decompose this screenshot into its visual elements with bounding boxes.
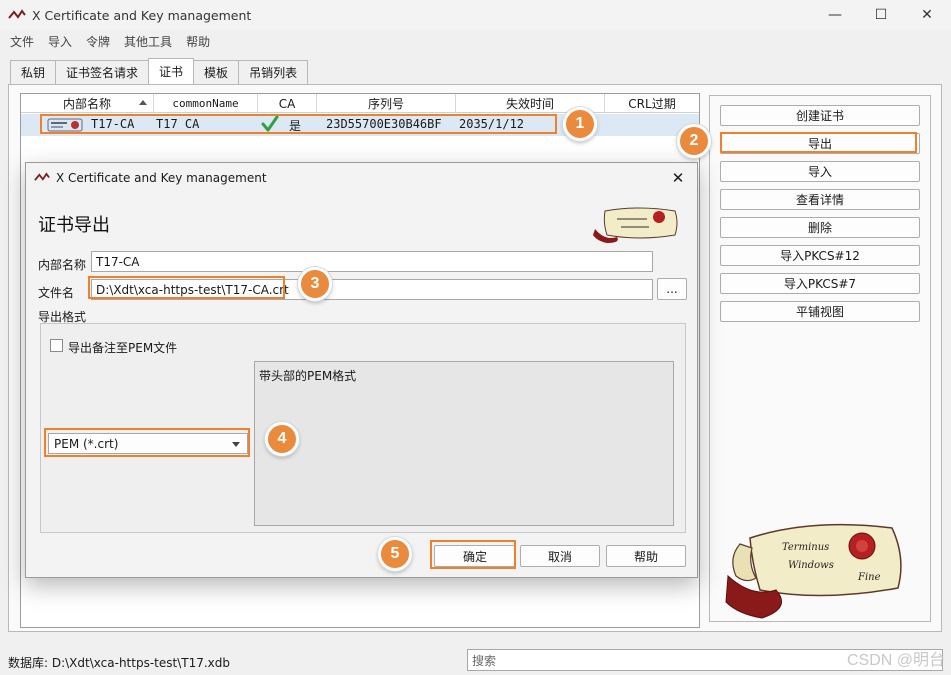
col-internal-name-label: 内部名称 bbox=[62, 97, 111, 111]
logo-text-3: Fine bbox=[857, 572, 881, 583]
maximize-button[interactable]: ☐ bbox=[858, 0, 904, 30]
callout-badge-3: 3 bbox=[298, 267, 332, 301]
dialog-app-icon bbox=[34, 172, 50, 181]
callout-box-filename bbox=[88, 276, 285, 299]
dialog-close-icon[interactable]: ✕ bbox=[667, 167, 689, 189]
import-button[interactable]: 导入 bbox=[720, 161, 920, 182]
create-certificate-button[interactable]: 创建证书 bbox=[720, 105, 920, 126]
internal-name-label: 内部名称 bbox=[38, 258, 87, 272]
callout-box-format bbox=[44, 428, 250, 457]
dialog-heading: 证书导出 bbox=[38, 215, 110, 236]
callout-badge-2: 2 bbox=[677, 124, 711, 158]
browse-button[interactable]: ... bbox=[657, 278, 687, 300]
help-button[interactable]: 帮助 bbox=[606, 545, 686, 567]
callout-box-row bbox=[40, 114, 557, 134]
watermark: CSDN @明台 bbox=[846, 652, 945, 669]
tab-revocation-lists[interactable]: 吊销列表 bbox=[238, 60, 309, 84]
filename-label: 文件名 bbox=[38, 286, 75, 300]
col-serial[interactable]: 序列号 bbox=[317, 94, 456, 113]
callout-badge-4: 4 bbox=[265, 422, 299, 456]
format-description: 带头部的PEM格式 bbox=[254, 361, 674, 526]
dialog-title: X Certificate and Key management bbox=[56, 170, 267, 185]
menu-bar: 文件 导入 令牌 其他工具 帮助 bbox=[0, 30, 951, 52]
window-title: X Certificate and Key management bbox=[32, 7, 252, 23]
callout-box-export bbox=[720, 132, 917, 153]
scroll-logo: Terminus Windows Fine bbox=[725, 523, 902, 619]
menu-help[interactable]: 帮助 bbox=[186, 33, 210, 50]
callout-badge-5: 5 bbox=[378, 537, 412, 571]
col-ca[interactable]: CA bbox=[258, 94, 317, 113]
tab-keys[interactable]: 私钥 bbox=[10, 60, 57, 84]
delete-button[interactable]: 删除 bbox=[720, 217, 920, 238]
menu-tools[interactable]: 其他工具 bbox=[124, 33, 172, 50]
cancel-button[interactable]: 取消 bbox=[520, 545, 600, 567]
tab-templates[interactable]: 模板 bbox=[193, 60, 240, 84]
view-details-button[interactable]: 查看详情 bbox=[720, 189, 920, 210]
dialog-title-bar: X Certificate and Key management bbox=[26, 163, 697, 192]
import-pkcs12-button[interactable]: 导入PKCS#12 bbox=[720, 245, 920, 266]
col-crl-expiry[interactable]: CRL过期 bbox=[605, 94, 699, 113]
small-scroll-logo bbox=[593, 207, 678, 243]
menu-file[interactable]: 文件 bbox=[10, 33, 34, 50]
callout-badge-1: 1 bbox=[563, 107, 597, 141]
tile-view-button[interactable]: 平铺视图 bbox=[720, 301, 920, 322]
callout-box-ok bbox=[430, 540, 516, 569]
minimize-button[interactable]: — bbox=[812, 0, 858, 30]
tab-certificates[interactable]: 证书 bbox=[148, 58, 195, 84]
database-path: 数据库: D:\Xdt\xca-https-test\T17.xdb bbox=[8, 656, 230, 670]
sort-ascending-icon bbox=[139, 100, 147, 105]
export-comment-checkbox[interactable] bbox=[50, 339, 63, 352]
list-header: 内部名称 commonName CA 序列号 失效时间 CRL过期 bbox=[21, 94, 699, 113]
close-button[interactable]: ✕ bbox=[904, 0, 950, 30]
internal-name-input[interactable]: T17-CA bbox=[91, 251, 653, 272]
col-internal-name[interactable]: 内部名称 bbox=[21, 94, 154, 113]
app-icon bbox=[8, 9, 26, 19]
tab-bar: 私钥 证书签名请求 证书 模板 吊销列表 bbox=[10, 58, 309, 84]
logo-text-1: Terminus bbox=[782, 542, 829, 553]
export-comment-label: 导出备注至PEM文件 bbox=[68, 341, 178, 355]
import-pkcs7-button[interactable]: 导入PKCS#7 bbox=[720, 273, 920, 294]
export-dialog: X Certificate and Key management ✕ 证书导出 … bbox=[25, 162, 698, 578]
col-common-name[interactable]: commonName bbox=[154, 94, 258, 113]
logo-text-2: Windows bbox=[788, 560, 834, 571]
title-bar: X Certificate and Key management bbox=[0, 0, 951, 30]
menu-token[interactable]: 令牌 bbox=[86, 33, 110, 50]
menu-import[interactable]: 导入 bbox=[48, 33, 72, 50]
tab-csr[interactable]: 证书签名请求 bbox=[55, 60, 150, 84]
